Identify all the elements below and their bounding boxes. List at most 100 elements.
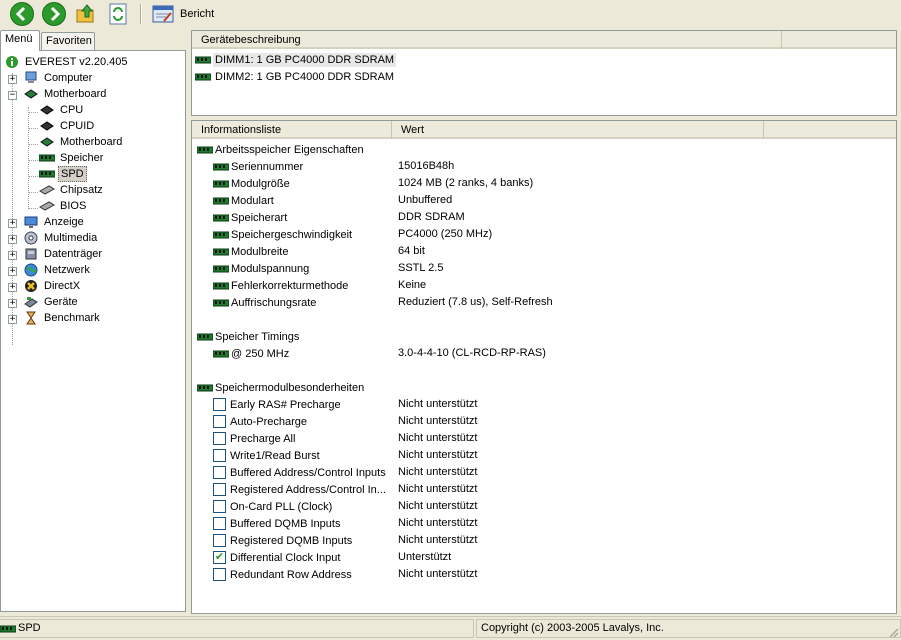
device-row-dimm1[interactable]: DIMM1: 1 GB PC4000 DDR SDRAM — [195, 52, 397, 68]
tree-item-anzeige[interactable]: Anzeige — [23, 214, 86, 230]
tree-item-cpu[interactable]: CPU — [39, 102, 85, 118]
checked-checkbox[interactable]: ✔ — [213, 551, 226, 564]
tree-item-netzwerk[interactable]: Netzwerk — [23, 262, 92, 278]
collapse-motherboard[interactable]: − — [8, 91, 17, 100]
device-description-header[interactable]: Gerätebeschreibung — [192, 31, 782, 49]
info-row[interactable]: Speichergeschwindigkeit — [213, 226, 352, 243]
tree-item-multimedia[interactable]: Multimedia — [23, 230, 99, 246]
feature-name: On-Card PLL (Clock) — [230, 500, 333, 513]
info-row[interactable]: Modulbreite — [213, 243, 288, 260]
feature-row[interactable]: On-Card PLL (Clock) — [213, 498, 332, 515]
devices-icon — [23, 294, 39, 310]
memory-module-icon — [213, 197, 229, 204]
feature-row[interactable]: Redundant Row Address — [213, 566, 352, 583]
info-row[interactable]: Fehlerkorrekturmethode — [213, 277, 348, 294]
expand-datentraeger[interactable]: + — [8, 251, 17, 260]
tab-menu[interactable]: Menü — [0, 30, 40, 51]
info-row[interactable]: Speicherart — [213, 209, 287, 226]
tree-item-label: Benchmark — [44, 312, 100, 324]
feature-row[interactable]: Early RAS# Precharge — [213, 396, 341, 413]
feature-name: Redundant Row Address — [230, 568, 352, 581]
resize-grip-icon[interactable] — [887, 626, 899, 638]
info-row[interactable]: Modulart — [213, 192, 274, 209]
tree-item-motherboard[interactable]: Motherboard — [23, 86, 108, 102]
feature-row[interactable]: Precharge All — [213, 430, 295, 447]
back-button[interactable] — [10, 2, 34, 26]
tree-item-motherboard-sub[interactable]: Motherboard — [39, 134, 124, 150]
info-row-value: SSTL 2.5 — [398, 262, 444, 274]
unchecked-checkbox[interactable] — [213, 483, 226, 496]
feature-row[interactable]: Buffered Address/Control Inputs — [213, 464, 386, 481]
unchecked-checkbox[interactable] — [213, 398, 226, 411]
expand-multimedia[interactable]: + — [8, 235, 17, 244]
info-row[interactable]: Auffrischungsrate — [213, 294, 316, 311]
info-row[interactable]: Modulgröße — [213, 175, 290, 192]
computer-icon — [23, 70, 39, 86]
memory-module-icon — [39, 166, 55, 182]
device-label: DIMM2: 1 GB PC4000 DDR SDRAM — [215, 71, 395, 83]
section-header[interactable]: Speichermodulbesonderheiten — [197, 379, 364, 396]
expand-anzeige[interactable]: + — [8, 219, 17, 228]
memory-module-icon — [213, 231, 229, 238]
expand-geraete[interactable]: + — [8, 299, 17, 308]
tree-item-benchmark[interactable]: Benchmark — [23, 310, 102, 326]
unchecked-checkbox[interactable] — [213, 466, 226, 479]
tree-item-geraete[interactable]: Geräte — [23, 294, 80, 310]
info-value-header[interactable]: Wert — [392, 121, 764, 139]
tree-item-label: Speicher — [60, 152, 104, 164]
tab-favorites[interactable]: Favoriten — [41, 32, 95, 50]
tree-item-directx[interactable]: DirectX — [23, 278, 82, 294]
feature-row[interactable]: Buffered DQMB Inputs — [213, 515, 340, 532]
hourglass-icon — [23, 310, 39, 326]
feature-row[interactable]: Auto-Precharge — [213, 413, 307, 430]
multimedia-icon — [23, 230, 39, 246]
info-row[interactable]: Modulspannung — [213, 260, 309, 277]
copyright-text: Copyright (c) 2003-2005 Lavalys, Inc. — [481, 622, 664, 634]
tree-item-chipsatz[interactable]: Chipsatz — [39, 182, 105, 198]
memory-module-icon — [195, 73, 211, 81]
expand-netzwerk[interactable]: + — [8, 267, 17, 276]
info-name-header[interactable]: Informationsliste — [192, 121, 392, 139]
tree-item-computer[interactable]: Computer — [23, 70, 94, 86]
unchecked-checkbox[interactable] — [213, 415, 226, 428]
refresh-button[interactable] — [106, 2, 130, 26]
feature-row[interactable]: ✔ Differential Clock Input — [213, 549, 340, 566]
info-row[interactable]: @ 250 MHz — [213, 345, 289, 362]
info-row[interactable]: Seriennummer — [213, 158, 303, 175]
feature-row[interactable]: Write1/Read Burst — [213, 447, 320, 464]
unchecked-checkbox[interactable] — [213, 432, 226, 445]
tree-item-bios[interactable]: BIOS — [39, 198, 88, 214]
info-row-value: Unbuffered — [398, 194, 453, 206]
unchecked-checkbox[interactable] — [213, 517, 226, 530]
memory-module-icon — [213, 248, 229, 255]
feature-row[interactable]: Registered DQMB Inputs — [213, 532, 352, 549]
feature-name: Registered Address/Control In... — [230, 483, 386, 496]
expand-computer[interactable]: + — [8, 75, 17, 84]
forward-icon — [50, 6, 61, 22]
expand-directx[interactable]: + — [8, 283, 17, 292]
unchecked-checkbox[interactable] — [213, 449, 226, 462]
unchecked-checkbox[interactable] — [213, 568, 226, 581]
unchecked-checkbox[interactable] — [213, 500, 226, 513]
tree-item-cpuid[interactable]: CPUID — [39, 118, 96, 134]
report-button[interactable]: Bericht — [150, 3, 216, 25]
tree-item-label: Multimedia — [44, 232, 98, 244]
feature-row[interactable]: Registered Address/Control In... — [213, 481, 386, 498]
info-row-name: Auffrischungsrate — [231, 296, 317, 309]
section-header[interactable]: Arbeitsspeicher Eigenschaften — [197, 141, 364, 158]
tree-item-speicher[interactable]: Speicher — [39, 150, 105, 166]
forward-button[interactable] — [42, 2, 66, 26]
tree-item-spd[interactable]: SPD — [39, 166, 87, 182]
unchecked-checkbox[interactable] — [213, 534, 226, 547]
section-header[interactable]: Speicher Timings — [197, 328, 299, 345]
status-bar: SPD Copyright (c) 2003-2005 Lavalys, Inc… — [0, 616, 901, 640]
tab-menu-label: Menü — [5, 33, 33, 45]
section-title: Speichermodulbesonderheiten — [215, 381, 365, 394]
expand-benchmark[interactable]: + — [8, 315, 17, 324]
tree-item-label: Motherboard — [44, 88, 107, 100]
up-button[interactable] — [74, 2, 98, 26]
tree-item-datentraeger[interactable]: Datenträger — [23, 246, 104, 262]
device-row-dimm2[interactable]: DIMM2: 1 GB PC4000 DDR SDRAM — [195, 69, 396, 85]
info-row-name: Modulbreite — [231, 245, 289, 258]
tree-root[interactable]: EVEREST v2.20.405 — [4, 54, 130, 70]
